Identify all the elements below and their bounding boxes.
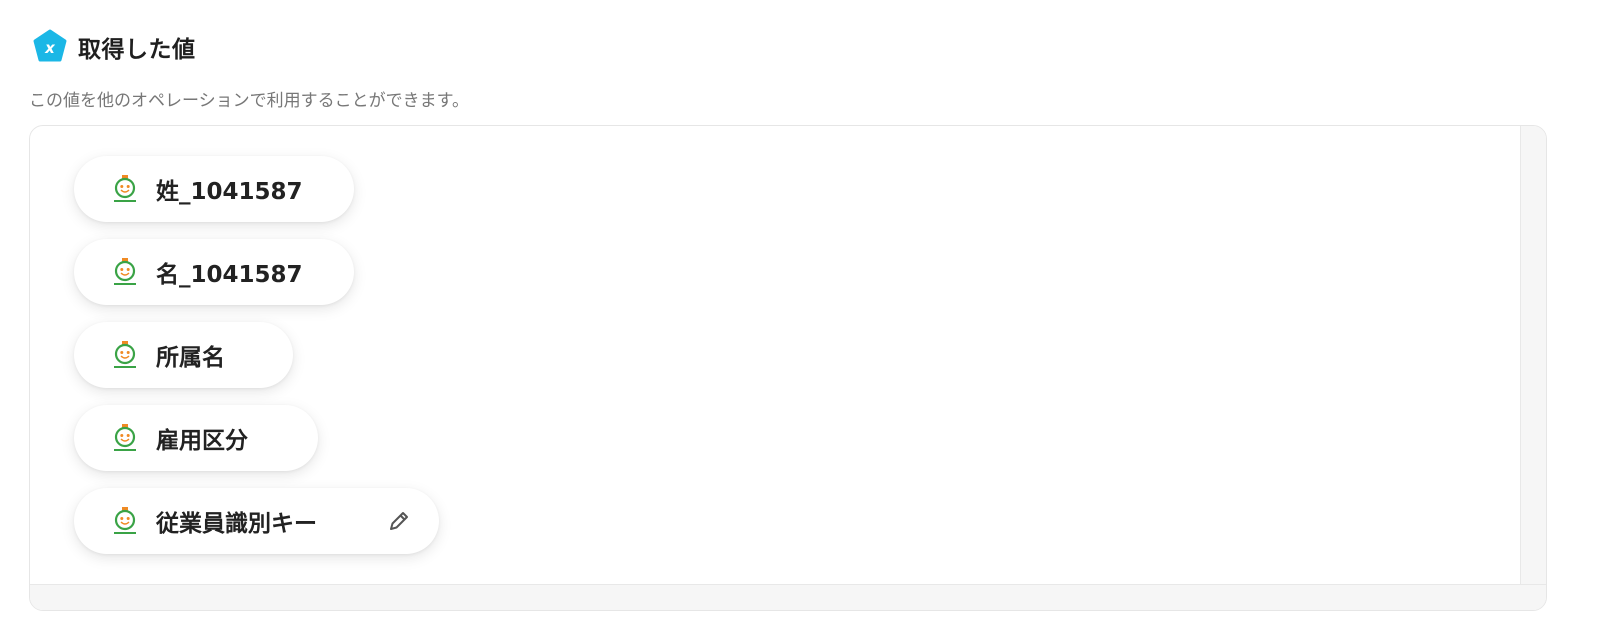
section-header: x 取得した値: [32, 29, 196, 65]
output-value-chip[interactable]: 名_1041587: [74, 239, 354, 305]
output-value-label: 雇用区分: [156, 428, 248, 454]
output-value-chip[interactable]: 所属名: [74, 322, 293, 388]
output-value-label: 所属名: [156, 345, 225, 371]
app-logo-icon: [110, 174, 140, 204]
output-value-chip[interactable]: 従業員識別キー: [74, 488, 439, 554]
pencil-edit-icon[interactable]: [385, 507, 413, 535]
vertical-scrollbar[interactable]: [1520, 126, 1546, 610]
section-description: この値を他のオペレーションで利用することができます。: [29, 91, 469, 111]
output-value-chip[interactable]: 姓_1041587: [74, 156, 354, 222]
output-value-label: 姓_1041587: [156, 179, 303, 205]
svg-text:x: x: [44, 39, 56, 57]
app-logo-icon: [110, 506, 140, 536]
app-logo-icon: [110, 257, 140, 287]
output-values-list: 姓_1041587 名_1041587 所属名 雇用区分 従業員識別キー: [74, 156, 439, 554]
app-logo-icon: [110, 423, 140, 453]
section-title: 取得した値: [78, 37, 196, 63]
variable-x-icon: x: [32, 29, 68, 65]
horizontal-scrollbar[interactable]: [30, 584, 1546, 610]
output-values-panel: 姓_1041587 名_1041587 所属名 雇用区分 従業員識別キー: [29, 125, 1547, 611]
output-value-label: 名_1041587: [156, 262, 303, 288]
app-logo-icon: [110, 340, 140, 370]
output-value-label: 従業員識別キー: [156, 511, 317, 537]
output-value-chip[interactable]: 雇用区分: [74, 405, 318, 471]
